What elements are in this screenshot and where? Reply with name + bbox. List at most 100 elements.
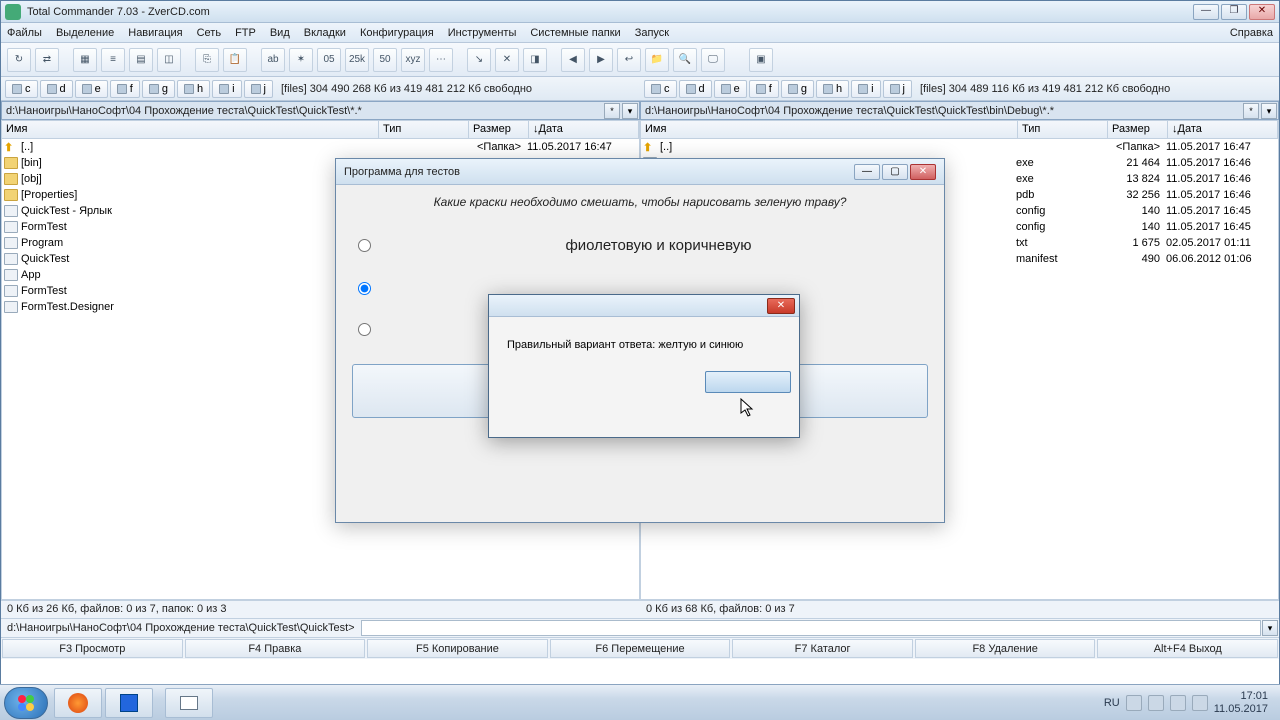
tool-num-icon[interactable]: 05 [317,48,341,72]
menu-tabs[interactable]: Вкладки [304,27,346,39]
drive-f-right[interactable]: f [749,80,779,98]
msgbox-ok-button[interactable] [705,371,791,393]
col-type[interactable]: Тип [1018,121,1108,138]
drive-g-right[interactable]: g [781,80,814,98]
dlg-maximize-button[interactable]: ▢ [882,164,908,180]
tool-x-icon[interactable]: ✕ [495,48,519,72]
drive-c-left[interactable]: c [5,80,38,98]
tray-flag-icon[interactable] [1126,695,1142,711]
tool-back-icon[interactable]: ◀ [561,48,585,72]
tool-paste-icon[interactable]: 📋 [223,48,247,72]
drive-f-left[interactable]: f [110,80,140,98]
col-type[interactable]: Тип [379,121,469,138]
taskbar-save[interactable] [105,688,153,718]
col-name[interactable]: Имя [2,121,379,138]
drive-h-right[interactable]: h [816,80,849,98]
drive-i-left[interactable]: i [212,80,241,98]
list-item[interactable]: ⬆[..]<Папка>11.05.2017 16:47 [641,139,1278,155]
tool-copy-icon[interactable]: ⎘ [195,48,219,72]
tool-panels-icon[interactable]: ◫ [157,48,181,72]
path-left[interactable]: d:\Наноигры\НаноСофт\04 Прохождение тест… [1,101,640,120]
minimize-button[interactable]: — [1193,4,1219,20]
path-left-star-icon[interactable]: * [604,103,620,119]
drive-h-left[interactable]: h [177,80,210,98]
path-right[interactable]: d:\Наноигры\НаноСофт\04 Прохождение тест… [640,101,1279,120]
menu-files[interactable]: Файлы [7,27,42,39]
f3-button[interactable]: F3 Просмотр [2,639,183,658]
path-right-star-icon[interactable]: * [1243,103,1259,119]
col-date[interactable]: ↓Дата [529,121,639,138]
tool-grid-icon[interactable]: ▦ [73,48,97,72]
tray-network-icon[interactable] [1148,695,1164,711]
tool-25k-icon[interactable]: 25k [345,48,369,72]
menu-config[interactable]: Конфигурация [360,27,434,39]
drive-c-right[interactable]: c [644,80,677,98]
tool-list-icon[interactable]: ≡ [101,48,125,72]
list-item[interactable]: ⬆[..]<Папка>11.05.2017 16:47 [2,139,639,155]
menu-run[interactable]: Запуск [635,27,669,39]
drive-g-left[interactable]: g [142,80,175,98]
drive-e-left[interactable]: e [75,80,108,98]
menu-view[interactable]: Вид [270,27,290,39]
menu-nav[interactable]: Навигация [128,27,182,39]
tool-dots-icon[interactable]: ⋯ [429,48,453,72]
menu-tools[interactable]: Инструменты [448,27,517,39]
dlg-close-button[interactable]: ✕ [910,164,936,180]
col-size[interactable]: Размер [469,121,529,138]
tool-folder-icon[interactable]: 📁 [645,48,669,72]
altf4-button[interactable]: Alt+F4 Выход [1097,639,1278,658]
col-name[interactable]: Имя [641,121,1018,138]
radio-opt3[interactable] [358,323,371,336]
tool-star-icon[interactable]: ✶ [289,48,313,72]
tool-sync-icon[interactable]: ⇄ [35,48,59,72]
f4-button[interactable]: F4 Правка [185,639,366,658]
tool-fwd-icon[interactable]: ▶ [589,48,613,72]
drive-j-left[interactable]: j [244,80,273,98]
close-button[interactable]: ✕ [1249,4,1275,20]
col-date[interactable]: ↓Дата [1168,121,1278,138]
radio-opt1[interactable] [358,239,371,252]
drive-e-right[interactable]: e [714,80,747,98]
menu-net[interactable]: Сеть [197,27,221,39]
f8-button[interactable]: F8 Удаление [915,639,1096,658]
taskbar-firefox[interactable] [54,688,102,718]
tray-lang[interactable]: RU [1104,697,1120,709]
tray-clock[interactable]: 17:01 11.05.2017 [1214,690,1268,716]
maximize-button[interactable]: ❐ [1221,4,1247,20]
tool-split-icon[interactable]: ◨ [523,48,547,72]
col-size[interactable]: Размер [1108,121,1168,138]
f5-button[interactable]: F5 Копирование [367,639,548,658]
path-right-down-icon[interactable]: ▾ [1261,103,1277,119]
tool-arrow-icon[interactable]: ↘ [467,48,491,72]
cmd-input[interactable] [361,620,1261,636]
f7-button[interactable]: F7 Каталог [732,639,913,658]
test-option-1[interactable]: фиолетовую и коричневую [358,237,930,254]
menu-sysfolders[interactable]: Системные папки [530,27,620,39]
tool-calc-icon[interactable]: ▣ [749,48,773,72]
path-left-down-icon[interactable]: ▾ [622,103,638,119]
tool-refresh-icon[interactable]: ↻ [7,48,31,72]
cmd-down-icon[interactable]: ▾ [1262,620,1278,636]
tray-signal-icon[interactable] [1192,695,1208,711]
menu-select[interactable]: Выделение [56,27,114,39]
tool-50-icon[interactable]: 50 [373,48,397,72]
drive-i-right[interactable]: i [851,80,880,98]
f6-button[interactable]: F6 Перемещение [550,639,731,658]
drive-j-right[interactable]: j [883,80,912,98]
tool-abx-icon[interactable]: ab [261,48,285,72]
tool-tree-icon[interactable]: ▤ [129,48,153,72]
drive-d-left[interactable]: d [40,80,73,98]
menu-help[interactable]: Справка [1230,27,1273,39]
menu-ftp[interactable]: FTP [235,27,256,39]
tool-search-icon[interactable]: 🔍 [673,48,697,72]
start-button[interactable] [4,687,48,719]
msgbox-close-button[interactable]: ✕ [767,298,795,314]
tool-xyz-icon[interactable]: xyz [401,48,425,72]
dlg-minimize-button[interactable]: — [854,164,880,180]
tool-desktop-icon[interactable]: 🖵 [701,48,725,72]
taskbar-app[interactable] [165,688,213,718]
tool-home-icon[interactable]: ↩ [617,48,641,72]
drive-d-right[interactable]: d [679,80,712,98]
tray-volume-icon[interactable] [1170,695,1186,711]
radio-opt2[interactable] [358,282,371,295]
